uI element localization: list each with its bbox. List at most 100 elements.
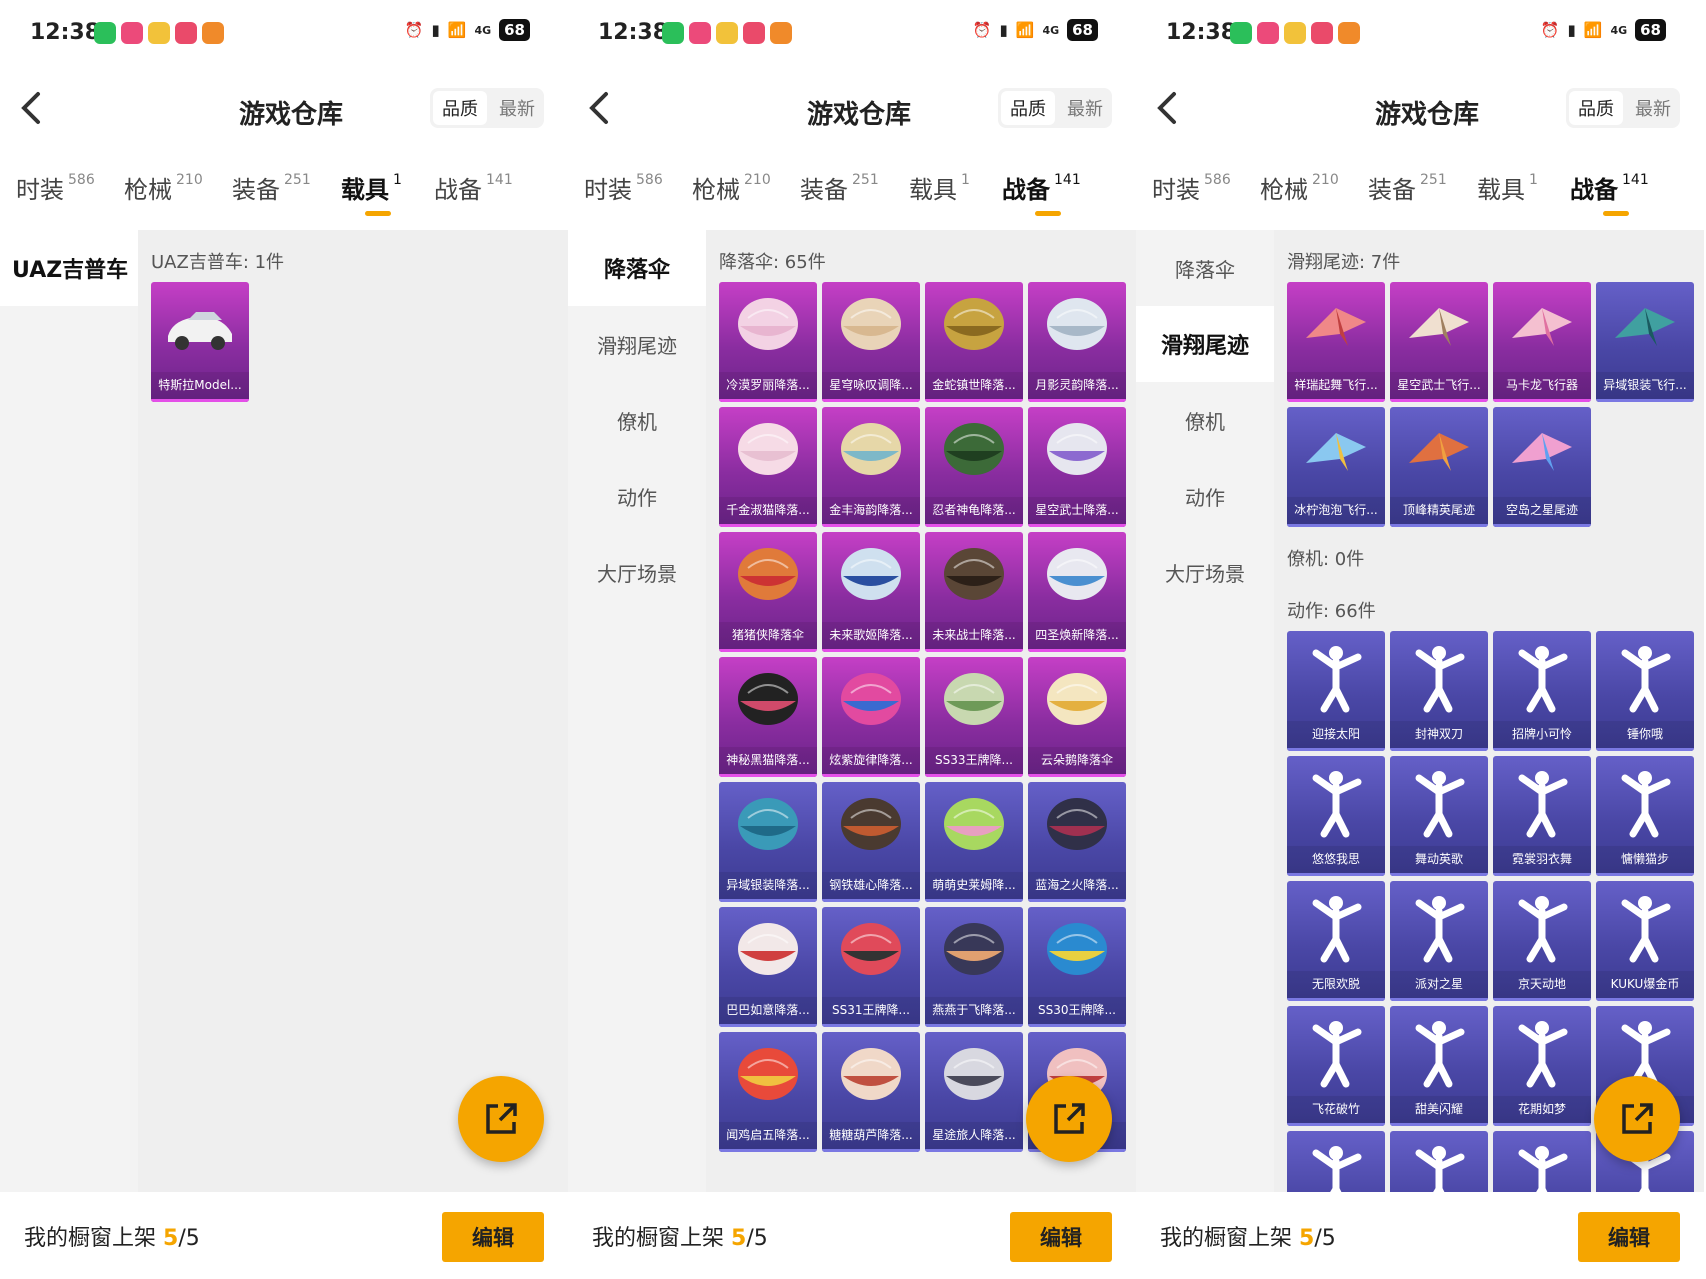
item-card[interactable]: 甜美闪耀 <box>1390 1006 1488 1126</box>
sidebar-item[interactable]: 降落伞 <box>1136 230 1274 306</box>
item-card[interactable]: 神秘黑猫降落... <box>719 657 817 777</box>
item-card[interactable]: 派对之星 <box>1390 881 1488 1001</box>
item-card[interactable]: 特斯拉Model... <box>151 282 249 402</box>
sort-latest-button[interactable]: 最新 <box>1626 88 1680 128</box>
edit-button[interactable]: 编辑 <box>442 1212 544 1262</box>
item-card[interactable]: 燕燕于飞降落... <box>925 907 1023 1027</box>
share-icon <box>486 1103 517 1134</box>
share-button[interactable] <box>1026 1076 1112 1162</box>
item-card[interactable]: 异域银装飞行... <box>1596 282 1694 402</box>
item-card[interactable]: 顶峰精英尾迹 <box>1390 407 1488 527</box>
item-card[interactable]: 异域银装降落... <box>719 782 817 902</box>
tab-4[interactable]: 战备 141 <box>1002 170 1081 226</box>
item-card[interactable]: 未来歌姬降落... <box>822 532 920 652</box>
sort-latest-button[interactable]: 最新 <box>490 88 544 128</box>
category-tabs: 时装 586 枪械 210 装备 251 载具 1 战备 141 <box>0 170 568 226</box>
item-card[interactable]: 钢铁雄心降落... <box>822 782 920 902</box>
item-card[interactable]: 云朵鹅降落伞 <box>1028 657 1126 777</box>
item-card[interactable]: 飞花破竹 <box>1287 1006 1385 1126</box>
tab-1[interactable]: 枪械 210 <box>692 170 771 226</box>
share-button[interactable] <box>1594 1076 1680 1162</box>
item-card[interactable]: 慵懒猫步 <box>1596 756 1694 876</box>
item-card[interactable]: 霓裳羽衣舞 <box>1493 756 1591 876</box>
sidebar-item[interactable]: 僚机 <box>1136 382 1274 458</box>
sidebar-item[interactable]: 大厅场景 <box>1136 534 1274 610</box>
item-card[interactable]: 迎接太阳 <box>1287 631 1385 751</box>
item-card[interactable]: 萌萌史莱姆降... <box>925 782 1023 902</box>
item-card[interactable]: 金丰海韵降落... <box>822 407 920 527</box>
item-card[interactable]: 蓝海之火降落... <box>1028 782 1126 902</box>
item-card[interactable]: 巴巴如意降落... <box>719 907 817 1027</box>
wifi-icon: 📶 <box>447 21 467 39</box>
item-card[interactable]: 星空武士飞行... <box>1390 282 1488 402</box>
tab-2[interactable]: 装备 251 <box>800 170 879 226</box>
item-card[interactable]: 冰柠泡泡飞行... <box>1287 407 1385 527</box>
sort-quality-button[interactable]: 品质 <box>1569 91 1623 125</box>
edit-button[interactable]: 编辑 <box>1578 1212 1680 1262</box>
item-card[interactable]: 招牌小可怜 <box>1493 631 1591 751</box>
tab-3[interactable]: 载具 1 <box>341 170 402 226</box>
item-card[interactable]: 马卡龙飞行器 <box>1493 282 1591 402</box>
item-card[interactable]: 星途旅人降落... <box>925 1032 1023 1152</box>
sidebar-item[interactable]: UAZ吉普车 <box>0 230 138 306</box>
item-card[interactable]: 冷漠罗丽降落... <box>719 282 817 402</box>
item-card[interactable]: 星穹咏叹调降... <box>822 282 920 402</box>
sidebar-item[interactable]: 动作 <box>568 458 706 534</box>
item-card[interactable]: 星空武士降落... <box>1028 407 1126 527</box>
item-card[interactable] <box>1493 1131 1591 1192</box>
tab-4[interactable]: 战备 141 <box>434 170 513 226</box>
item-card[interactable]: SS33王牌降... <box>925 657 1023 777</box>
tab-0[interactable]: 时装 586 <box>1152 170 1231 226</box>
sidebar-item[interactable]: 僚机 <box>568 382 706 458</box>
item-card[interactable]: 闻鸡启五降落... <box>719 1032 817 1152</box>
sidebar-item[interactable]: 大厅场景 <box>568 534 706 610</box>
item-card[interactable]: SS30王牌降... <box>1028 907 1126 1027</box>
item-card[interactable]: 锤你哦 <box>1596 631 1694 751</box>
sidebar-item[interactable]: 滑翔尾迹 <box>568 306 706 382</box>
item-card[interactable]: 祥瑞起舞飞行... <box>1287 282 1385 402</box>
item-card[interactable]: 封神双刀 <box>1390 631 1488 751</box>
tab-4[interactable]: 战备 141 <box>1570 170 1649 226</box>
tab-2[interactable]: 装备 251 <box>232 170 311 226</box>
tab-0[interactable]: 时装 586 <box>584 170 663 226</box>
item-card[interactable]: SS31王牌降... <box>822 907 920 1027</box>
item-card[interactable]: 炫紫旋律降落... <box>822 657 920 777</box>
tab-label: 战备 <box>1570 176 1618 204</box>
item-card[interactable]: 花期如梦 <box>1493 1006 1591 1126</box>
alarm-icon: ⏰ <box>972 21 992 39</box>
item-card[interactable] <box>1287 1131 1385 1192</box>
item-card[interactable] <box>1390 1131 1488 1192</box>
item-name: 舞动英歌 <box>1390 846 1488 876</box>
tab-3[interactable]: 载具 1 <box>909 170 970 226</box>
item-card[interactable]: 京天动地 <box>1493 881 1591 1001</box>
edit-button[interactable]: 编辑 <box>1010 1212 1112 1262</box>
sort-quality-button[interactable]: 品质 <box>433 91 487 125</box>
item-card[interactable]: 无限欢脱 <box>1287 881 1385 1001</box>
share-button[interactable] <box>458 1076 544 1162</box>
item-card[interactable]: 忍者神龟降落... <box>925 407 1023 527</box>
item-grid: 祥瑞起舞飞行... 星空武士飞行... 马卡龙飞行器 异域银装飞行... 冰柠泡泡飞行.… <box>1274 282 1704 527</box>
sort-latest-button[interactable]: 最新 <box>1058 88 1112 128</box>
item-card[interactable]: 舞动英歌 <box>1390 756 1488 876</box>
item-card[interactable]: 猪猪侠降落伞 <box>719 532 817 652</box>
tab-0[interactable]: 时装 586 <box>16 170 95 226</box>
item-card[interactable]: 千金淑猫降落... <box>719 407 817 527</box>
sidebar-item[interactable]: 滑翔尾迹 <box>1136 306 1274 382</box>
sort-quality-button[interactable]: 品质 <box>1001 91 1055 125</box>
item-card[interactable]: 悠悠我思 <box>1287 756 1385 876</box>
sidebar-item[interactable]: 降落伞 <box>568 230 706 306</box>
item-card[interactable]: 四圣焕新降落... <box>1028 532 1126 652</box>
showcase-total: /5 <box>178 1226 200 1251</box>
item-card[interactable]: 月影灵韵降落... <box>1028 282 1126 402</box>
tab-1[interactable]: 枪械 210 <box>1260 170 1339 226</box>
item-name: 异域银装飞行... <box>1596 372 1694 402</box>
item-card[interactable]: 金蛇镇世降落... <box>925 282 1023 402</box>
item-card[interactable]: 未来战士降落... <box>925 532 1023 652</box>
tab-3[interactable]: 载具 1 <box>1477 170 1538 226</box>
item-card[interactable]: KUKU爆金币 <box>1596 881 1694 1001</box>
item-card[interactable]: 空岛之星尾迹 <box>1493 407 1591 527</box>
sidebar-item[interactable]: 动作 <box>1136 458 1274 534</box>
tab-2[interactable]: 装备 251 <box>1368 170 1447 226</box>
item-card[interactable]: 糖糖葫芦降落... <box>822 1032 920 1152</box>
tab-1[interactable]: 枪械 210 <box>124 170 203 226</box>
